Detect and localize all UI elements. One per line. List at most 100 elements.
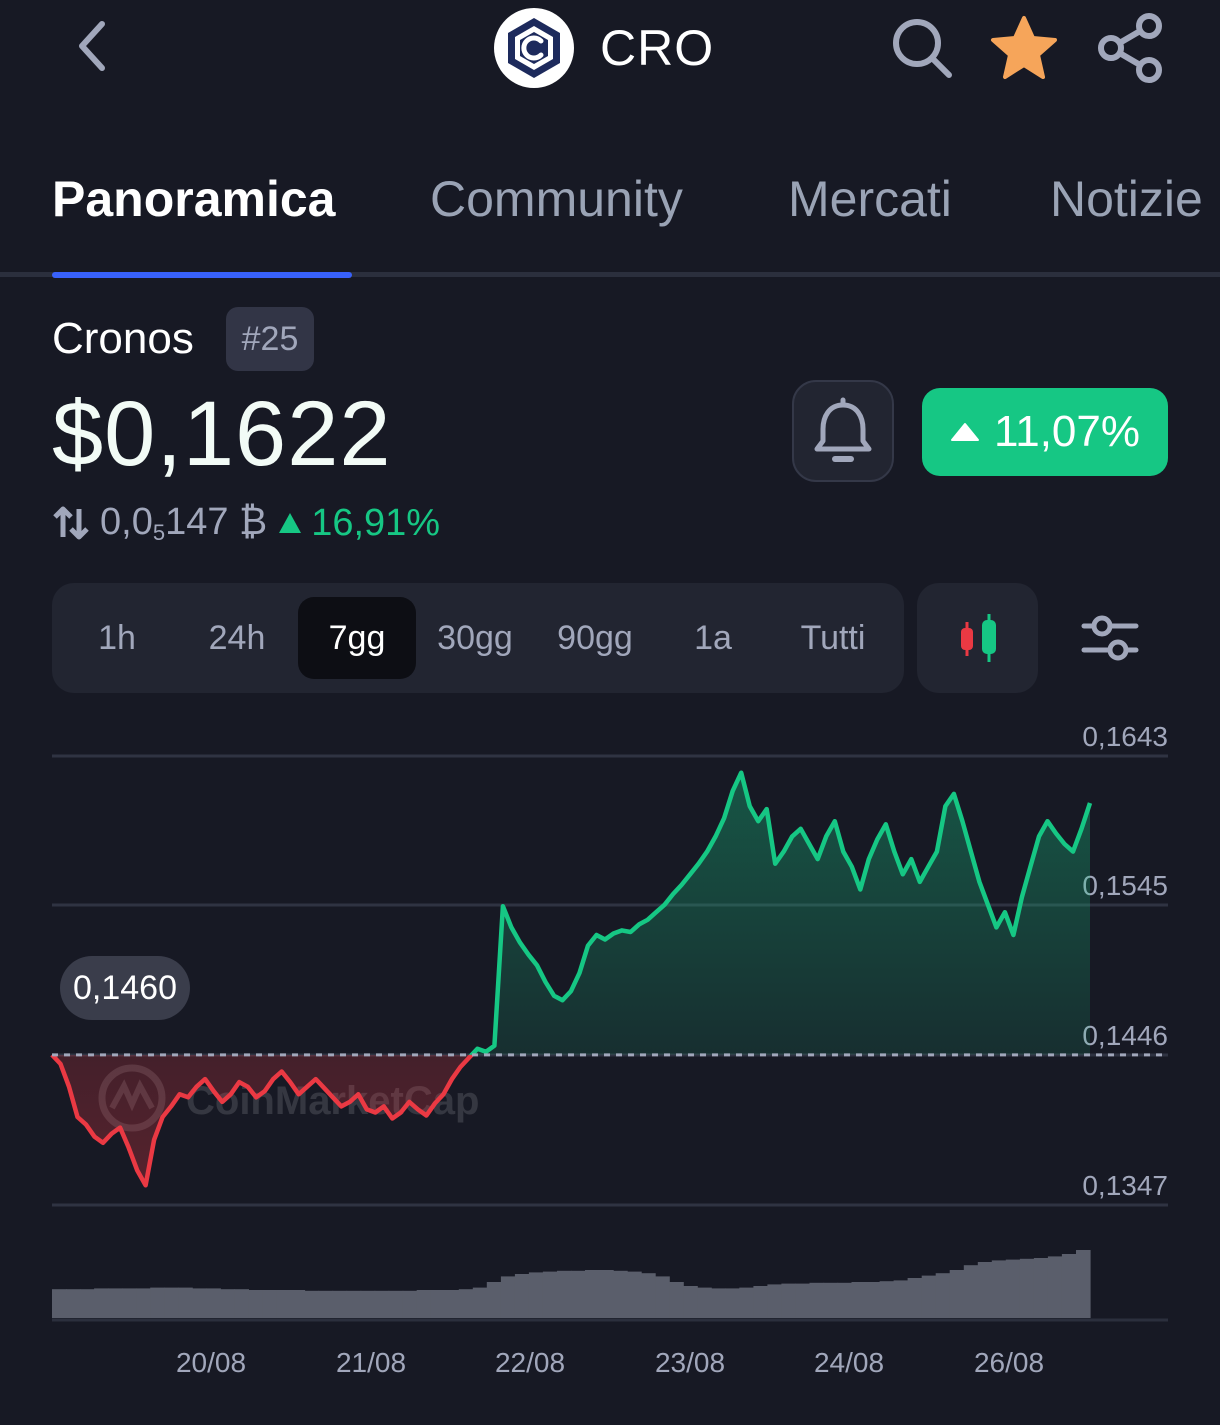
share-button[interactable] [1092,10,1168,86]
volume-bar [739,1287,754,1318]
volume-bar [655,1276,670,1318]
volume-bar [725,1288,740,1318]
volume-bar [486,1282,502,1318]
volume-bar [276,1290,291,1318]
volume-bar [641,1273,656,1318]
volume-bar [234,1289,249,1318]
btc-price-change: 16,91% [277,502,440,545]
btc-price: 0,05147 ₿ [100,500,268,545]
coin-symbol: CRO [600,20,715,76]
volume-bar [346,1290,362,1318]
open-price-label: 0,1460 [60,956,190,1020]
coin-price: $0,1622 [52,383,392,485]
volume-bar [542,1271,558,1318]
volume-bar [683,1286,698,1318]
volume-bar [753,1286,768,1318]
price-chart[interactable]: 0,16430,15450,14460,1347 CoinMarketCap 2… [0,700,1220,1425]
volume-bar [1061,1254,1077,1318]
chevron-left-icon [79,21,105,71]
search-icon [893,19,952,78]
volume-bar [977,1262,993,1318]
star-icon [991,16,1057,79]
btc-symbol: ₿ [239,500,268,543]
y-tick-label: 0,1446 [1082,1020,1168,1051]
volume-bar [430,1290,446,1318]
price-area-up [52,772,1090,1055]
volume-bar [388,1290,404,1318]
candlestick-icon [960,614,996,662]
btc-price-row[interactable]: 0,05147 ₿ 16,91% [52,500,440,546]
y-tick-label: 0,1643 [1082,721,1168,752]
back-button[interactable] [62,14,122,78]
tab-active-indicator [52,272,352,278]
volume-bar [402,1290,418,1318]
volume-bar [1033,1258,1049,1318]
volume-bar [108,1288,123,1318]
volume-bar [1076,1250,1091,1318]
volume-bar [837,1282,853,1318]
volume-bar [52,1289,67,1318]
volume-bar [557,1270,572,1318]
x-axis: 20/08 21/08 22/08 23/08 24/08 26/08 [176,1347,1044,1378]
x-tick-label: 22/08 [495,1347,565,1378]
volume-bar [500,1276,516,1318]
volume-bar [262,1290,277,1318]
volume-bar [879,1281,895,1318]
volume-bar [472,1287,488,1318]
watchlist-star-button[interactable] [986,10,1062,86]
volume-bar [865,1282,881,1318]
range-90gg[interactable]: 90gg [536,597,654,679]
chart-settings-button[interactable] [1066,593,1154,683]
volume-bar [290,1290,306,1318]
volume-bar [178,1287,193,1318]
volume-bar [206,1288,221,1318]
volume-bar [1005,1259,1021,1318]
volume-bar [318,1290,334,1318]
range-1h[interactable]: 1h [58,597,176,679]
volume-bar [1047,1256,1063,1318]
tab-community[interactable]: Community [430,170,683,228]
coin-header: CRO [494,8,714,88]
volume-bar [963,1265,979,1318]
volume-bar [991,1260,1007,1318]
range-tutti[interactable]: Tutti [774,597,892,679]
volume-bar [150,1287,165,1318]
tab-notizie[interactable]: Notizie [1050,170,1203,228]
volume-bar [94,1288,109,1318]
volume-bar [374,1290,390,1318]
price-alert-button[interactable] [792,380,894,482]
volume-bar [893,1280,909,1318]
volume-bar [935,1273,951,1318]
volume-bar [795,1283,810,1318]
volume-bar [360,1290,376,1318]
range-1a[interactable]: 1a [654,597,772,679]
volume-bar [164,1287,179,1318]
y-tick-label: 0,1347 [1082,1170,1168,1201]
volume-bar [528,1272,544,1318]
y-axis: 0,1643 0,1545 0,1446 0,1347 [1082,721,1168,1201]
volume-bar [332,1290,348,1318]
range-24h[interactable]: 24h [178,597,296,679]
volume-bar [599,1270,614,1318]
time-range-selector: 1h 24h 7gg 30gg 90gg 1a Tutti [52,583,904,693]
bell-icon [814,397,872,462]
swap-arrows-icon [53,506,89,540]
volume-bar [192,1288,207,1318]
volume-bar [122,1288,137,1318]
volume-bar [66,1289,81,1318]
volume-bar [458,1289,474,1318]
volume-bar [136,1288,151,1318]
tab-mercati[interactable]: Mercati [788,170,952,228]
tab-panoramica[interactable]: Panoramica [52,170,335,228]
x-tick-label: 24/08 [814,1347,884,1378]
range-30gg[interactable]: 30gg [416,597,534,679]
price-change-badge: 11,07% [922,388,1168,476]
x-tick-label: 26/08 [974,1347,1044,1378]
volume-bar [220,1289,235,1318]
candlestick-toggle-button[interactable] [917,583,1038,693]
volume-bar [949,1270,965,1318]
volume-bar [248,1290,263,1318]
volume-bar [1019,1258,1035,1318]
range-7gg[interactable]: 7gg [298,597,416,679]
search-button[interactable] [884,10,960,86]
